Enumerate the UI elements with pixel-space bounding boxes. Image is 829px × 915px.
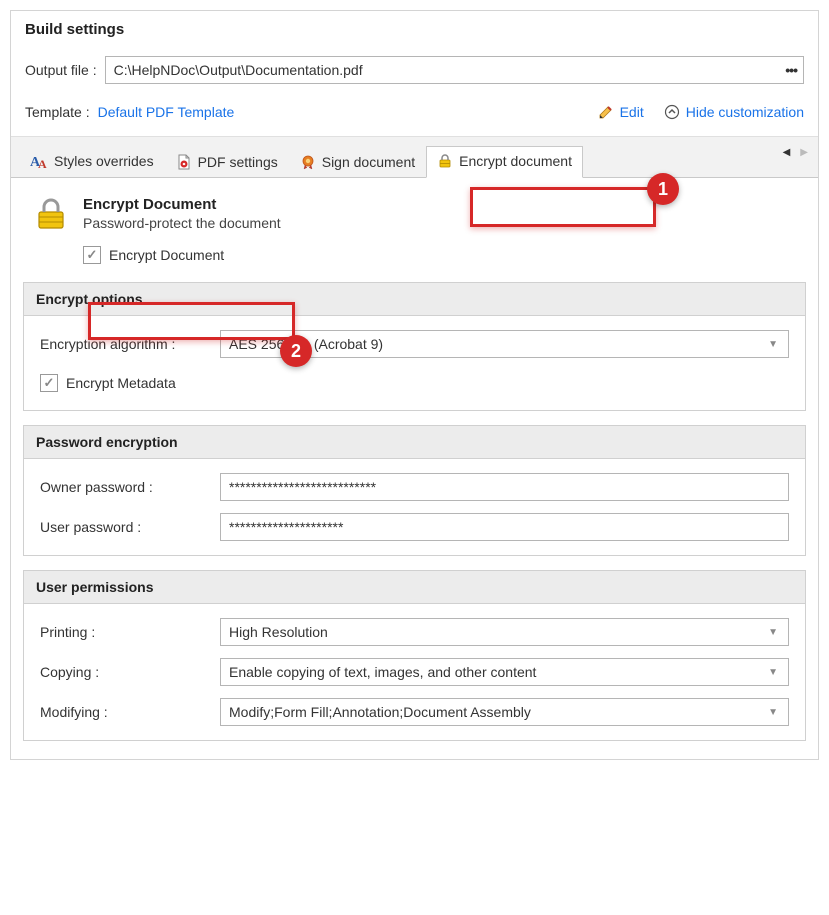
user-password-input[interactable]: ********************* [220, 513, 789, 541]
template-link[interactable]: Default PDF Template [98, 104, 235, 120]
copying-select[interactable]: Enable copying of text, images, and othe… [220, 658, 789, 686]
template-label: Template : [25, 104, 98, 120]
browse-button[interactable]: ••• [785, 62, 797, 78]
permissions-section: User permissions Printing : High Resolut… [23, 570, 806, 741]
modifying-select[interactable]: Modify;Form Fill;Annotation;Document Ass… [220, 698, 789, 726]
tab-encrypt-label: Encrypt document [459, 153, 572, 169]
tab-encrypt-document[interactable]: Encrypt document [426, 146, 583, 178]
pencil-icon [598, 104, 614, 120]
encrypt-metadata-checkbox[interactable] [40, 374, 58, 392]
encrypt-options-section: Encrypt options Encryption algorithm : A… [23, 282, 806, 411]
output-file-label: Output file : [25, 62, 105, 78]
algo-value: AES 256 bits (Acrobat 9) [229, 336, 383, 352]
output-file-input[interactable]: C:\HelpNDoc\Output\Documentation.pdf ••• [105, 56, 804, 84]
encrypt-tab-content: Encrypt Document Password-protect the do… [11, 178, 818, 759]
tab-styles-overrides[interactable]: A A Styles overrides [19, 145, 165, 178]
lock-icon [437, 153, 453, 169]
user-password-label: User password : [40, 519, 220, 535]
template-row: Template : Default PDF Template Edit Hid… [11, 98, 818, 136]
tab-scroll-nav: ◀ ▶ [783, 147, 808, 158]
tabs-bar: A A Styles overrides PDF settings [11, 136, 818, 178]
encrypt-document-checkbox-label: Encrypt Document [109, 247, 224, 263]
tab-sign-label: Sign document [322, 154, 415, 170]
modifying-value: Modify;Form Fill;Annotation;Document Ass… [229, 704, 531, 720]
pdf-icon [176, 154, 192, 170]
encrypt-subtitle: Password-protect the document [83, 215, 281, 231]
copying-label: Copying : [40, 664, 220, 680]
tab-pdf-label: PDF settings [198, 154, 278, 170]
encrypt-document-checkbox-row: Encrypt Document [83, 242, 806, 268]
encrypt-options-header: Encrypt options [24, 283, 805, 316]
tab-scroll-right[interactable]: ▶ [800, 147, 808, 158]
algo-label: Encryption algorithm : [40, 336, 220, 352]
hide-label: Hide customization [686, 104, 804, 120]
collapse-icon [664, 104, 680, 120]
build-settings-panel: Build settings Output file : C:\HelpNDoc… [10, 10, 819, 760]
printing-select[interactable]: High Resolution ▼ [220, 618, 789, 646]
rosette-icon [300, 154, 316, 170]
chevron-down-icon: ▼ [768, 339, 778, 350]
algo-select[interactable]: AES 256 bits (Acrobat 9) ▼ [220, 330, 789, 358]
encrypt-header: Encrypt Document Password-protect the do… [23, 192, 806, 242]
owner-password-label: Owner password : [40, 479, 220, 495]
tab-sign-document[interactable]: Sign document [289, 147, 426, 178]
output-file-value: C:\HelpNDoc\Output\Documentation.pdf [114, 62, 363, 78]
copying-value: Enable copying of text, images, and othe… [229, 664, 536, 680]
printing-value: High Resolution [229, 624, 328, 640]
edit-link[interactable]: Edit [598, 104, 644, 120]
edit-label: Edit [620, 104, 644, 120]
output-file-row: Output file : C:\HelpNDoc\Output\Documen… [11, 54, 818, 98]
password-section: Password encryption Owner password : ***… [23, 425, 806, 556]
password-section-header: Password encryption [24, 426, 805, 459]
encrypt-metadata-label: Encrypt Metadata [66, 375, 176, 391]
tab-styles-label: Styles overrides [54, 153, 154, 169]
chevron-down-icon: ▼ [768, 627, 778, 638]
tab-scroll-left[interactable]: ◀ [783, 147, 791, 158]
printing-label: Printing : [40, 624, 220, 640]
encrypt-document-checkbox[interactable] [83, 246, 101, 264]
permissions-section-header: User permissions [24, 571, 805, 604]
styles-icon: A A [30, 152, 48, 170]
hide-customization-link[interactable]: Hide customization [664, 104, 804, 120]
encrypt-metadata-row: Encrypt Metadata [40, 370, 789, 396]
tab-pdf-settings[interactable]: PDF settings [165, 147, 289, 178]
owner-password-input[interactable]: *************************** [220, 473, 789, 501]
svg-text:A: A [38, 157, 47, 170]
lock-large-icon [33, 196, 69, 232]
chevron-down-icon: ▼ [768, 667, 778, 678]
modifying-label: Modifying : [40, 704, 220, 720]
encrypt-title: Encrypt Document [83, 196, 281, 213]
panel-title: Build settings [11, 11, 818, 54]
chevron-down-icon: ▼ [768, 707, 778, 718]
